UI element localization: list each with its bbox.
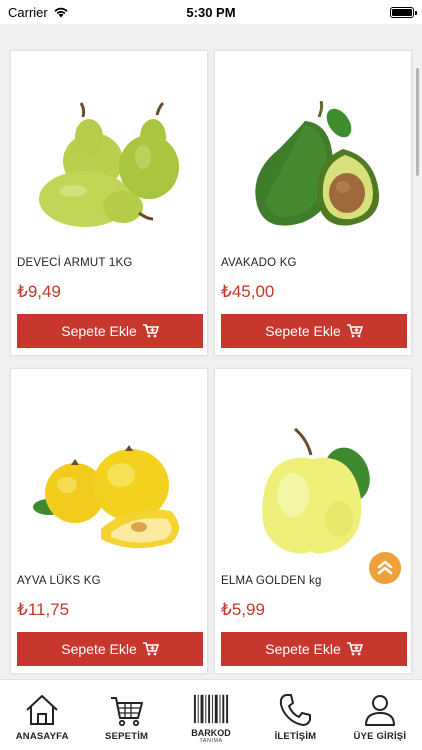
add-to-cart-button[interactable]: Sepete Ekle	[221, 632, 407, 666]
user-icon	[364, 695, 395, 726]
product-name: AVAKADO KG	[221, 257, 297, 269]
add-to-cart-button[interactable]: Sepete Ekle	[17, 632, 203, 666]
cart-icon	[110, 697, 143, 727]
bottom-tab-bar: ANASAYFA SEPETİM BARKOD TANIMA İLETİŞİM …	[0, 679, 422, 750]
tab-cart-label: SEPETİM	[105, 731, 149, 742]
cart-plus-icon	[142, 324, 159, 338]
tab-login[interactable]: ÜYE GİRİŞİ	[338, 680, 422, 750]
product-card[interactable]: AVAKADO KG ₺45,00 Sepete Ekle	[214, 50, 412, 356]
add-to-cart-label: Sepete Ekle	[265, 323, 341, 339]
avocado-image	[255, 101, 380, 226]
tab-login-label: ÜYE GİRİŞİ	[353, 731, 407, 742]
product-price: ₺11,75	[17, 600, 70, 619]
product-name: AYVA LÜKS KG	[17, 575, 101, 587]
phone-icon	[280, 694, 312, 726]
wifi-icon	[54, 7, 68, 18]
add-to-cart-button[interactable]: Sepete Ekle	[221, 314, 407, 348]
tab-contact[interactable]: İLETİŞİM	[253, 680, 337, 750]
chevron-up-icon	[377, 560, 393, 575]
cart-plus-icon	[346, 642, 363, 656]
tab-contact-label: İLETİŞİM	[274, 731, 317, 742]
quince-image	[33, 445, 179, 549]
product-card[interactable]: DEVECİ ARMUT 1KG ₺9,49 Sepete Ekle	[10, 50, 208, 356]
cart-plus-icon	[142, 642, 159, 656]
carrier-label: Carrier	[8, 4, 48, 20]
tab-barcode[interactable]: BARKOD TANIMA	[169, 680, 253, 750]
tab-barcode-label: BARKOD	[191, 728, 231, 738]
add-to-cart-label: Sepete Ekle	[61, 323, 137, 339]
product-list[interactable]: DEVECİ ARMUT 1KG ₺9,49 Sepete Ekle AVAKA…	[0, 24, 422, 679]
tab-home-label: ANASAYFA	[15, 731, 69, 742]
product-price: ₺5,99	[221, 600, 265, 619]
pear-image	[31, 101, 179, 237]
product-price: ₺45,00	[221, 282, 275, 301]
tab-home[interactable]: ANASAYFA	[0, 680, 84, 750]
scroll-to-top-button[interactable]	[369, 552, 401, 584]
add-to-cart-button[interactable]: Sepete Ekle	[17, 314, 203, 348]
status-bar: Carrier 5:30 PM	[0, 0, 422, 24]
battery-icon	[390, 6, 417, 18]
add-to-cart-label: Sepete Ekle	[61, 641, 137, 657]
product-name: DEVECİ ARMUT 1KG	[17, 257, 133, 269]
product-card[interactable]: AYVA LÜKS KG ₺11,75 Sepete Ekle	[10, 368, 208, 674]
product-grid: DEVECİ ARMUT 1KG ₺9,49 Sepete Ekle AVAKA…	[10, 50, 412, 674]
product-price: ₺9,49	[17, 282, 61, 301]
home-icon	[26, 695, 58, 725]
tab-barcode-sublabel: TANIMA	[199, 738, 223, 744]
tab-cart[interactable]: SEPETİM	[84, 680, 168, 750]
scrollbar[interactable]	[416, 68, 419, 176]
apple-image	[262, 427, 370, 554]
barcode-block: BARKOD TANIMA	[191, 691, 231, 744]
product-name: ELMA GOLDEN kg	[221, 575, 322, 587]
status-left: Carrier	[8, 5, 69, 20]
add-to-cart-label: Sepete Ekle	[265, 641, 341, 657]
cart-plus-icon	[346, 324, 363, 338]
product-card[interactable]: ELMA GOLDEN kg ₺5,99 Sepete Ekle	[214, 368, 412, 674]
barcode-icon	[193, 694, 229, 724]
